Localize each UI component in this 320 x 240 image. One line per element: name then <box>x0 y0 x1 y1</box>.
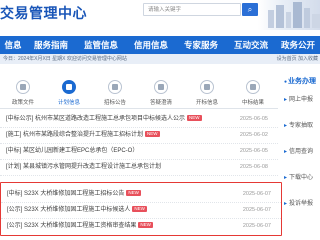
nav-item-service-guide[interactable]: 服务指南 <box>26 36 76 54</box>
folder-icon <box>200 80 214 94</box>
tab-tender-notice[interactable]: 招标公告 <box>92 72 138 108</box>
tab-label: 答疑澄清 <box>149 100 172 106</box>
list-item-date: 2025-06-07 <box>242 191 271 197</box>
list-item-title[interactable]: [中标公示] 杭州市某区道路改造工程施工总承包项目中标候选人公示 <box>6 116 185 122</box>
tab-divider <box>0 108 278 109</box>
sidebar: 业务办理 网上申报 专家抽取 信用查询 下载中心 投诉举报 <box>282 72 320 240</box>
tab-label: 计划信息 <box>57 100 80 106</box>
new-badge: NEW <box>145 131 160 137</box>
list-item[interactable]: [公示] S23X 大桥维修加固工程施工资格审查结果 NEW 2025-06-07 <box>1 219 281 234</box>
sidebar-item[interactable]: 投诉举报 <box>284 198 313 207</box>
sub-bar-welcome: 今日：2024年X月X日 星期X 欢迎访问交易管理中心网站 <box>3 56 127 62</box>
sub-bar: 今日：2024年X月X日 星期X 欢迎访问交易管理中心网站 设为首页 加入收藏 <box>0 54 320 64</box>
list-item[interactable]: [计划] 某县城镇污水管网提升改造工程设计施工总承包计划 2025-06-08 <box>0 160 278 176</box>
tab-label: 中标结果 <box>241 100 264 106</box>
question-icon <box>154 80 168 94</box>
trophy-icon <box>246 80 260 94</box>
list-item-date: 2025-06-08 <box>239 164 268 170</box>
nav-item-interaction[interactable]: 互动交流 <box>226 36 276 54</box>
sidebar-item[interactable]: 下载中心 <box>284 172 313 181</box>
sidebar-item[interactable]: 信用查询 <box>284 146 313 155</box>
nav-item-credit[interactable]: 信用信息 <box>126 36 176 54</box>
sub-bar-links[interactable]: 设为首页 加入收藏 <box>277 54 318 64</box>
announcement-list: [中标公示] 杭州市某区道路改造工程施工总承包项目中标候选人公示 NEW 2025… <box>0 112 278 176</box>
list-item[interactable]: [中标公示] 杭州市某区道路改造工程施工总承包项目中标候选人公示 NEW 2025… <box>0 112 278 128</box>
list-item[interactable]: [中标] 某区幼儿园新建工程EPC总承包（EPC-O） 2025-06-05 <box>0 144 278 160</box>
tab-label: 政策文件 <box>11 100 34 106</box>
list-item-title[interactable]: [施工] 杭州市某路段综合整治提升工程施工招标计划 <box>6 132 143 138</box>
nav-item-info[interactable]: 信息 <box>0 36 26 54</box>
site-brand[interactable]: 交易管理中心 <box>0 3 87 23</box>
new-badge: NEW <box>126 190 141 196</box>
list-item-title[interactable]: [计划] 某县城镇污水管网提升改造工程设计施工总承包计划 <box>6 164 161 170</box>
category-tabs: 政策文件 计划信息 招标公告 答疑澄清 开标信息 中标结果 <box>0 72 278 108</box>
list-item-title[interactable]: [中标] S23X 大桥维修加固工程施工招标公告 <box>7 191 124 197</box>
calendar-icon <box>62 80 76 94</box>
new-badge: NEW <box>138 222 153 228</box>
tab-label: 开标信息 <box>195 100 218 106</box>
main-nav: 信息 服务指南 监管信息 信用信息 专家服务 互动交流 政务公开 <box>0 36 320 54</box>
list-item-date: 2025-06-05 <box>239 148 268 154</box>
megaphone-icon <box>108 80 122 94</box>
site-header: 交易管理中心 请输入关键字 ⌕ <box>0 0 320 36</box>
new-badge: NEW <box>187 115 202 121</box>
nav-item-supervision[interactable]: 监管信息 <box>76 36 126 54</box>
tab-label: 招标公告 <box>103 100 126 106</box>
tab-policy[interactable]: 政策文件 <box>0 72 46 108</box>
nav-item-public-affairs[interactable]: 政务公开 <box>276 36 320 54</box>
tab-plan[interactable]: 计划信息 <box>46 72 92 108</box>
search-icon[interactable]: ⌕ <box>242 3 258 16</box>
document-icon <box>16 80 30 94</box>
list-item-date: 2025-06-05 <box>239 116 268 122</box>
list-item-date: 2025-06-07 <box>242 207 271 213</box>
list-item[interactable]: [公示] S23X 大桥维修加固工程施工中标候选人 NEW 2025-06-07 <box>1 203 281 219</box>
header-decoration <box>258 0 320 30</box>
list-item-title[interactable]: [中标] 某区幼儿园新建工程EPC总承包（EPC-O） <box>6 148 138 154</box>
list-item-title[interactable]: [公示] S23X 大桥维修加固工程施工中标候选人 <box>7 207 130 213</box>
list-item-date: 2025-06-02 <box>239 132 268 138</box>
new-badge: NEW <box>132 206 147 212</box>
highlighted-announcements: [中标] S23X 大桥维修加固工程施工招标公告 NEW 2025-06-07 [… <box>0 182 282 236</box>
sidebar-title: 业务办理 <box>284 76 316 86</box>
list-item[interactable]: [中标] S23X 大桥维修加固工程施工招标公告 NEW 2025-06-07 <box>1 187 281 203</box>
tab-award-result[interactable]: 中标结果 <box>230 72 276 108</box>
list-item[interactable]: [施工] 杭州市某路段综合整治提升工程施工招标计划 NEW 2025-06-02 <box>0 128 278 144</box>
nav-item-expert[interactable]: 专家服务 <box>176 36 226 54</box>
sidebar-item[interactable]: 专家抽取 <box>284 120 313 129</box>
search-input[interactable]: 请输入关键字 <box>143 3 241 16</box>
list-item-date: 2025-06-07 <box>242 223 271 229</box>
tab-bid-opening[interactable]: 开标信息 <box>184 72 230 108</box>
list-item-title[interactable]: [公示] S23X 大桥维修加固工程施工资格审查结果 <box>7 223 136 229</box>
sidebar-item[interactable]: 网上申报 <box>284 94 313 103</box>
tab-qa[interactable]: 答疑澄清 <box>138 72 184 108</box>
